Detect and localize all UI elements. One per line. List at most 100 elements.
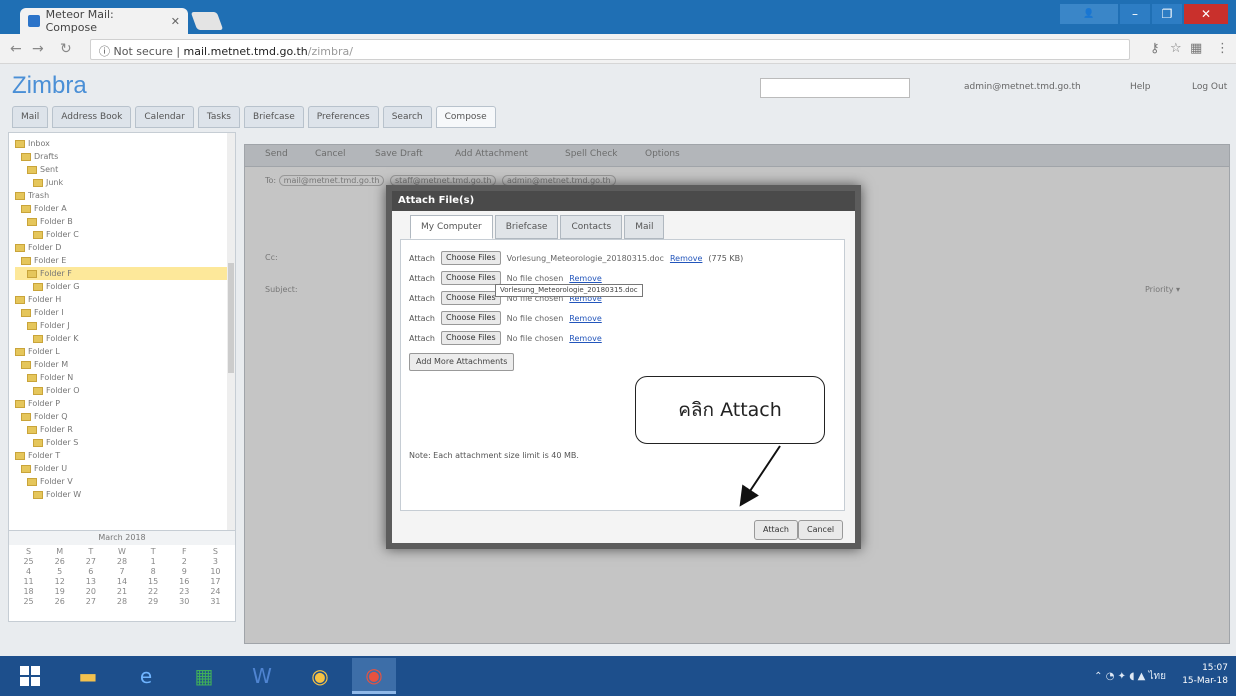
extension-icon[interactable]: ▦ bbox=[1190, 41, 1202, 56]
sidebar-folder-item[interactable]: Folder W bbox=[15, 488, 229, 501]
minimize-button[interactable]: – bbox=[1120, 4, 1150, 24]
calendar-day[interactable]: 7 bbox=[106, 567, 137, 576]
calendar-day[interactable]: 30 bbox=[169, 597, 200, 606]
remove-link[interactable]: Remove bbox=[569, 334, 601, 343]
calendar-day[interactable]: 10 bbox=[200, 567, 231, 576]
calendar-day[interactable]: 16 bbox=[169, 577, 200, 586]
search-input[interactable] bbox=[760, 78, 910, 98]
reload-icon[interactable]: ↻ bbox=[60, 41, 72, 57]
sidebar-folder-item[interactable]: Trash bbox=[15, 189, 229, 202]
sidebar-folder-item[interactable]: Folder S bbox=[15, 436, 229, 449]
sidebar-folder-item[interactable]: Sent bbox=[15, 163, 229, 176]
tab-contacts[interactable]: Contacts bbox=[560, 215, 623, 239]
excel-icon[interactable]: ▦ bbox=[182, 658, 226, 694]
sidebar-folder-item[interactable]: Folder B bbox=[15, 215, 229, 228]
calendar-day[interactable]: 19 bbox=[44, 587, 75, 596]
taskbar-clock[interactable]: 15:07 15-Mar-18 bbox=[1182, 662, 1228, 688]
sidebar-folder-item[interactable]: Folder G bbox=[15, 280, 229, 293]
tab-mail[interactable]: Mail bbox=[624, 215, 665, 239]
browser-tab[interactable]: Meteor Mail: Compose ✕ bbox=[20, 8, 188, 34]
calendar-day[interactable]: 23 bbox=[169, 587, 200, 596]
tab-preferences[interactable]: Preferences bbox=[307, 106, 379, 128]
calendar-day[interactable]: 9 bbox=[169, 567, 200, 576]
sidebar-folder-item[interactable]: Folder K bbox=[15, 332, 229, 345]
sidebar-folder-item[interactable]: Drafts bbox=[15, 150, 229, 163]
calendar-day[interactable]: 13 bbox=[75, 577, 106, 586]
calendar-day[interactable]: 24 bbox=[200, 587, 231, 596]
sidebar-folder-item[interactable]: Folder M bbox=[15, 358, 229, 371]
calendar-day[interactable]: 6 bbox=[75, 567, 106, 576]
calendar-day[interactable]: 11 bbox=[13, 577, 44, 586]
sidebar-folder-item[interactable]: Folder R bbox=[15, 423, 229, 436]
close-tab-icon[interactable]: ✕ bbox=[171, 15, 180, 28]
chrome-icon[interactable]: ◉ bbox=[298, 658, 342, 694]
sidebar-folder-item[interactable]: Folder Q bbox=[15, 410, 229, 423]
calendar-day[interactable]: 25 bbox=[13, 597, 44, 606]
calendar-day[interactable]: 3 bbox=[200, 557, 231, 566]
cancel-button[interactable]: Cancel bbox=[798, 520, 844, 540]
chrome-active-icon[interactable]: ◉ bbox=[352, 658, 396, 694]
sidebar-folder-item[interactable]: Folder E bbox=[15, 254, 229, 267]
key-icon[interactable]: ⚷ bbox=[1150, 41, 1160, 56]
calendar-day[interactable]: 31 bbox=[200, 597, 231, 606]
dialog-title[interactable]: Attach File(s) bbox=[392, 191, 855, 211]
sidebar-folder-item[interactable]: Inbox bbox=[15, 137, 229, 150]
calendar-day[interactable]: 28 bbox=[106, 597, 137, 606]
zimbra-logo[interactable]: Zimbra bbox=[12, 72, 87, 100]
remove-link[interactable]: Remove bbox=[569, 314, 601, 323]
calendar-day[interactable]: 28 bbox=[106, 557, 137, 566]
choose-files-button[interactable]: Choose Files bbox=[440, 291, 501, 305]
calendar-day[interactable]: 26 bbox=[44, 557, 75, 566]
close-window-button[interactable]: ✕ bbox=[1184, 4, 1228, 24]
sidebar-folder-item[interactable]: Folder A bbox=[15, 202, 229, 215]
remove-link[interactable]: Remove bbox=[569, 274, 601, 283]
calendar-day[interactable]: 5 bbox=[44, 567, 75, 576]
calendar-day[interactable]: 26 bbox=[44, 597, 75, 606]
forward-arrow-icon[interactable]: → bbox=[32, 41, 44, 57]
sidebar-folder-item[interactable]: Folder F bbox=[15, 267, 229, 280]
back-arrow-icon[interactable]: ← bbox=[10, 41, 22, 57]
sidebar-folder-item[interactable]: Folder O bbox=[15, 384, 229, 397]
sidebar-folder-item[interactable]: Folder N bbox=[15, 371, 229, 384]
tab-compose[interactable]: Compose bbox=[435, 106, 496, 128]
sidebar-folder-item[interactable]: Folder U bbox=[15, 462, 229, 475]
tray-icons[interactable]: ⌃ ◔ ✦ ◖ ▲ bbox=[1094, 671, 1148, 682]
sidebar-folder-item[interactable]: Folder H bbox=[15, 293, 229, 306]
calendar-day[interactable]: 25 bbox=[13, 557, 44, 566]
user-account[interactable]: admin@metnet.tmd.go.th bbox=[964, 82, 1081, 92]
calendar-day[interactable]: 14 bbox=[106, 577, 137, 586]
tab-briefcase[interactable]: Briefcase bbox=[244, 106, 304, 128]
calendar-day[interactable]: 22 bbox=[138, 587, 169, 596]
sidebar-scrollbar[interactable] bbox=[227, 133, 235, 587]
star-icon[interactable]: ☆ bbox=[1170, 41, 1182, 56]
internet-explorer-icon[interactable]: e bbox=[124, 658, 168, 694]
sidebar-folder-item[interactable]: Folder V bbox=[15, 475, 229, 488]
calendar-day[interactable]: 1 bbox=[138, 557, 169, 566]
choose-files-button[interactable]: Choose Files bbox=[440, 271, 501, 285]
calendar-day[interactable]: 15 bbox=[138, 577, 169, 586]
tab-mail[interactable]: Mail bbox=[12, 106, 49, 128]
calendar-day[interactable]: 12 bbox=[44, 577, 75, 586]
tab-search[interactable]: Search bbox=[382, 106, 432, 128]
calendar-day[interactable]: 27 bbox=[75, 557, 106, 566]
calendar-day[interactable]: 29 bbox=[138, 597, 169, 606]
calendar-day[interactable]: 8 bbox=[138, 567, 169, 576]
calendar-title[interactable]: March 2018 bbox=[9, 531, 235, 545]
tab-address-book[interactable]: Address Book bbox=[52, 106, 132, 128]
calendar-day[interactable]: 4 bbox=[13, 567, 44, 576]
profile-button[interactable]: 👤 bbox=[1060, 4, 1118, 24]
calendar-day[interactable]: 27 bbox=[75, 597, 106, 606]
tab-briefcase[interactable]: Briefcase bbox=[494, 215, 559, 239]
attach-button[interactable]: Attach bbox=[754, 520, 798, 540]
choose-files-button[interactable]: Choose Files bbox=[440, 331, 501, 345]
start-button[interactable] bbox=[8, 658, 52, 694]
calendar-day[interactable]: 2 bbox=[169, 557, 200, 566]
sidebar-folder-item[interactable]: Folder C bbox=[15, 228, 229, 241]
sidebar-folder-item[interactable]: Folder L bbox=[15, 345, 229, 358]
choose-files-button[interactable]: Choose Files bbox=[440, 311, 501, 325]
new-tab-button[interactable] bbox=[190, 12, 224, 30]
help-menu[interactable]: Help bbox=[1130, 82, 1151, 92]
sidebar-folder-item[interactable]: Folder J bbox=[15, 319, 229, 332]
input-language[interactable]: ไทย bbox=[1149, 671, 1166, 682]
calendar-day[interactable]: 21 bbox=[106, 587, 137, 596]
